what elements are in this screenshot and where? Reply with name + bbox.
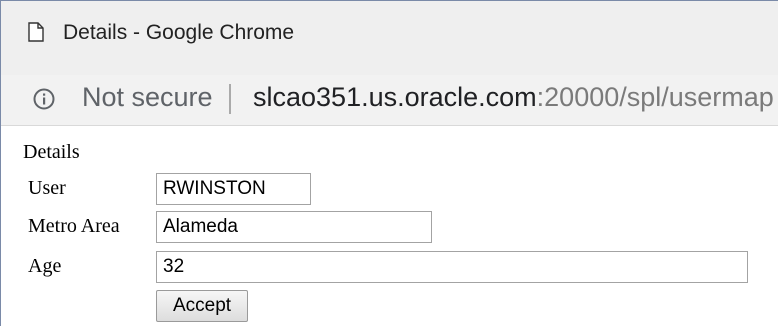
page-icon xyxy=(28,22,44,42)
metro-area-field[interactable] xyxy=(156,211,432,243)
accept-button[interactable]: Accept xyxy=(156,290,248,322)
info-icon[interactable] xyxy=(33,88,55,110)
browser-window: Details - Google Chrome Not secure slcao… xyxy=(0,0,778,326)
address-separator xyxy=(229,84,231,114)
security-status-label[interactable]: Not secure xyxy=(82,82,213,113)
metro-area-label: Metro Area xyxy=(28,215,120,237)
url-text[interactable]: slcao351.us.oracle.com:20000/spl/usermap xyxy=(253,82,774,113)
page-content: Details User Metro Area Age Accept xyxy=(1,126,778,326)
title-bar: Details - Google Chrome xyxy=(1,1,778,75)
address-bar[interactable]: Not secure slcao351.us.oracle.com:20000/… xyxy=(1,75,778,126)
user-label: User xyxy=(28,177,66,199)
user-field[interactable] xyxy=(156,173,311,205)
page-heading: Details xyxy=(23,141,80,163)
age-field[interactable] xyxy=(156,251,748,283)
age-label: Age xyxy=(28,255,62,277)
url-path: :20000/spl/usermap xyxy=(536,82,774,112)
window-title: Details - Google Chrome xyxy=(63,21,295,44)
url-host: slcao351.us.oracle.com xyxy=(253,82,537,112)
